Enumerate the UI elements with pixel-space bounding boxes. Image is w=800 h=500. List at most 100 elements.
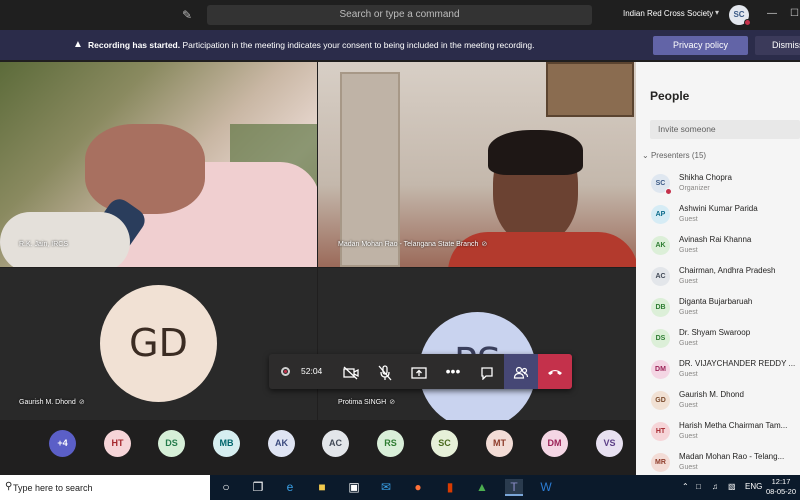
person-role: Guest	[679, 309, 698, 316]
speaker-icon[interactable]: ♫	[712, 482, 718, 491]
avatar-initials: AK	[275, 438, 288, 448]
office-icon[interactable]: ▮	[441, 479, 459, 496]
chevron-up-icon[interactable]: ⌃	[682, 482, 689, 491]
minimize-icon[interactable]: —	[767, 8, 777, 19]
cortana-icon[interactable]: ○	[217, 479, 235, 496]
mic-off-icon	[378, 364, 392, 380]
photos-icon[interactable]: ▲	[473, 479, 491, 496]
firefox-icon[interactable]: ●	[409, 479, 427, 496]
avatar[interactable]: MB	[213, 430, 240, 457]
teams-icon[interactable]: T	[505, 479, 523, 496]
list-item[interactable]: DM DR. VIJAYCHANDER REDDY ... Guest	[636, 356, 800, 387]
dismiss-button[interactable]: Dismiss	[755, 36, 800, 55]
avatar[interactable]: AC	[322, 430, 349, 457]
language-indicator[interactable]: ENG	[745, 482, 762, 491]
hang-up-button[interactable]	[538, 354, 572, 389]
maximize-icon[interactable]: ☐	[790, 8, 799, 19]
tile-label: Gaurish M. Dhond ⊘	[19, 398, 85, 406]
list-item[interactable]: AK Avinash Rai Khanna Guest	[636, 232, 800, 263]
taskbar-search-placeholder: Type here to search	[13, 483, 93, 493]
tile-label-text: Gaurish M. Dhond	[19, 399, 76, 406]
avatar-initials: +4	[57, 438, 68, 448]
share-screen-button[interactable]	[402, 354, 436, 389]
banner-bold-text: Recording has started.	[88, 40, 181, 50]
avatar: DM	[651, 360, 670, 379]
avatar: DB	[651, 298, 670, 317]
privacy-policy-button[interactable]: Privacy policy	[653, 36, 748, 55]
video-tile-madan-mohan-rao[interactable]: Madan Mohan Rao - Telangana State Branch…	[318, 62, 636, 267]
video-tile-protima[interactable]: PS Protima SINGH⊘	[318, 268, 636, 420]
list-item[interactable]: DB Diganta Bujarbaruah Guest	[636, 294, 800, 325]
avatar: AC	[651, 267, 670, 286]
search-input[interactable]: Search or type a command	[207, 5, 592, 25]
more-actions-button[interactable]: •••	[436, 354, 470, 389]
avatar[interactable]: HT	[104, 430, 131, 457]
person-role: Guest	[679, 247, 698, 254]
warning-icon: ▲	[73, 39, 83, 50]
avatar[interactable]: RS	[377, 430, 404, 457]
person-role: Guest	[679, 464, 698, 471]
tile-label: R.K. Jain, IRCS	[19, 241, 69, 248]
mail-icon[interactable]: ✉	[377, 479, 395, 496]
more-participants-avatar[interactable]: +4	[49, 430, 76, 457]
banner-text: Recording has started. Participation in …	[88, 40, 535, 50]
person-role: Guest	[679, 402, 698, 409]
person-role: Organizer	[679, 185, 710, 192]
network-icon[interactable]: □	[696, 482, 701, 491]
clock-date: 08-05-20	[766, 487, 797, 496]
presenters-group-header[interactable]: ⌄ Presenters (15)	[642, 151, 706, 160]
chat-button[interactable]	[470, 354, 504, 389]
list-item[interactable]: GD Gaurish M. Dhond Guest	[636, 387, 800, 418]
avatar[interactable]: DM	[541, 430, 568, 457]
hang-up-icon	[548, 369, 562, 375]
task-view-icon[interactable]: ❐	[249, 479, 267, 496]
avatar[interactable]: SC	[431, 430, 458, 457]
person-name: Ashwini Kumar Parida	[679, 204, 758, 213]
avatar[interactable]: AK	[268, 430, 295, 457]
chat-icon	[481, 366, 493, 381]
store-icon[interactable]: ▣	[345, 479, 363, 496]
list-item[interactable]: AP Ashwini Kumar Parida Guest	[636, 201, 800, 232]
list-item[interactable]: HT Harish Metha Chairman Tam... Guest	[636, 418, 800, 449]
person-name: Madan Mohan Rao - Telang...	[679, 452, 785, 461]
camera-off-icon	[343, 366, 359, 380]
avatar[interactable]: MT	[486, 430, 513, 457]
new-chat-icon[interactable]: ✎	[182, 8, 196, 22]
avatar[interactable]: DS	[158, 430, 185, 457]
camera-toggle-button[interactable]	[334, 354, 368, 389]
list-item[interactable]: SC Shikha Chopra Organizer	[636, 170, 800, 201]
list-item[interactable]: DS Dr. Shyam Swaroop Guest	[636, 325, 800, 356]
avatar: GD	[651, 391, 670, 410]
video-tile-rk-jain[interactable]: R.K. Jain, IRCS	[0, 62, 317, 267]
call-controls: 52:04 •••	[269, 354, 572, 389]
invite-input[interactable]: Invite someone	[650, 120, 800, 139]
video-hand	[0, 212, 130, 267]
taskbar-search-input[interactable]: ⚲ Type here to search	[0, 475, 210, 500]
participants-button[interactable]	[504, 354, 538, 389]
tile-label-text: Protima SINGH	[338, 399, 387, 406]
edge-icon[interactable]: e	[281, 479, 299, 496]
mic-off-icon: ⊘	[78, 399, 85, 406]
org-name[interactable]: Indian Red Cross Society	[623, 9, 713, 18]
avatar[interactable]: VS	[596, 430, 623, 457]
video-tile-gaurish[interactable]: GD Gaurish M. Dhond ⊘	[0, 268, 317, 420]
list-item[interactable]: AC Chairman, Andhra Pradesh Guest	[636, 263, 800, 294]
tile-label: Protima SINGH ⊘	[338, 398, 395, 406]
mic-toggle-button[interactable]	[368, 354, 402, 389]
person-name: Gaurish M. Dhond	[679, 390, 744, 399]
person-name: Avinash Rai Khanna	[679, 235, 752, 244]
banner-message: Participation in the meeting indicates y…	[182, 40, 535, 50]
background-frame	[546, 62, 634, 117]
person-name: Shikha Chopra	[679, 173, 732, 182]
taskbar-clock[interactable]: 12:17 08-05-20	[766, 477, 796, 497]
file-explorer-icon[interactable]: ■	[313, 479, 331, 496]
tile-label-text: Madan Mohan Rao - Telangana State Branch	[338, 241, 479, 248]
person-name: Chairman, Andhra Pradesh	[679, 266, 776, 275]
word-icon[interactable]: W	[537, 479, 555, 496]
person-name: Harish Metha Chairman Tam...	[679, 421, 788, 430]
chevron-down-icon[interactable]: ▾	[715, 8, 719, 17]
teams-meeting-window: ✎ Search or type a command Indian Red Cr…	[0, 0, 800, 500]
person-name: Diganta Bujarbaruah	[679, 297, 753, 306]
person-role: Guest	[679, 340, 698, 347]
battery-icon[interactable]: ▧	[728, 482, 736, 491]
